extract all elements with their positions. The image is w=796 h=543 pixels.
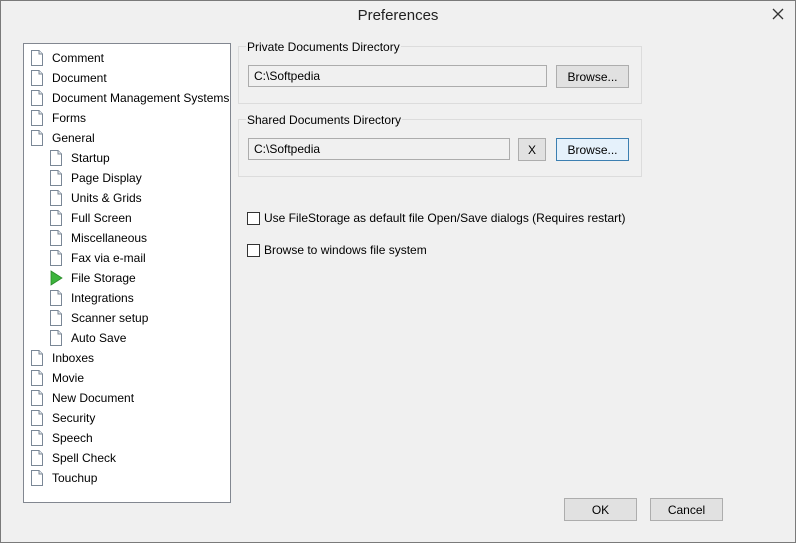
page-icon [49, 210, 63, 226]
page-icon [49, 330, 63, 346]
page-icon [49, 310, 63, 326]
shared-dir-browse-button[interactable]: Browse... [556, 138, 629, 161]
tree-item-label: Security [52, 411, 96, 425]
tree-item[interactable]: Startup [49, 148, 110, 168]
page-icon [30, 110, 44, 126]
tree-item-label: Forms [52, 111, 86, 125]
tree-item[interactable]: File Storage [49, 268, 136, 288]
tree-item[interactable]: Speech [30, 428, 93, 448]
play-arrow-icon [49, 270, 63, 286]
page-icon [49, 150, 63, 166]
tree-item-label: Full Screen [71, 211, 132, 225]
shared-dir-label: Shared Documents Directory [246, 113, 403, 127]
tree-item[interactable]: Security [30, 408, 95, 428]
preferences-window: Preferences Comment Document Document Mana… [0, 0, 796, 543]
tree-item[interactable]: Fax via e-mail [49, 248, 146, 268]
page-icon [49, 250, 63, 266]
tree-item-label: Integrations [71, 291, 134, 305]
title-bar[interactable]: Preferences [1, 1, 795, 32]
page-icon [30, 130, 44, 146]
ok-button[interactable]: OK [564, 498, 637, 521]
tree-item[interactable]: Integrations [49, 288, 134, 308]
use-filestorage-option[interactable]: Use FileStorage as default file Open/Sav… [247, 211, 626, 225]
tree-item-label: General [52, 131, 95, 145]
page-icon [30, 370, 44, 386]
tree-item-label: Miscellaneous [71, 231, 148, 245]
tree-item[interactable]: Spell Check [30, 448, 116, 468]
tree-item[interactable]: Page Display [49, 168, 142, 188]
shared-dir-field[interactable]: C:\Softpedia [248, 138, 510, 160]
tree-item[interactable]: Units & Grids [49, 188, 142, 208]
tree-item[interactable]: Miscellaneous [49, 228, 147, 248]
tree-item[interactable]: Scanner setup [49, 308, 148, 328]
tree-item[interactable]: Touchup [30, 468, 97, 488]
cancel-button[interactable]: Cancel [650, 498, 723, 521]
tree-item-label: Startup [71, 151, 110, 165]
page-icon [30, 70, 44, 86]
page-icon [49, 170, 63, 186]
page-icon [30, 410, 44, 426]
tree-item[interactable]: Document [30, 68, 107, 88]
tree-item-label: Movie [52, 371, 85, 385]
tree-item[interactable]: Comment [30, 48, 104, 68]
browse-windows-checkbox[interactable] [247, 243, 260, 257]
page-icon [30, 450, 44, 466]
private-dir-label: Private Documents Directory [246, 40, 401, 54]
browse-windows-option[interactable]: Browse to windows file system [247, 243, 427, 257]
tree-item[interactable]: Inboxes [30, 348, 94, 368]
shared-dir-clear-button[interactable]: X [518, 138, 546, 161]
page-icon [30, 90, 44, 106]
page-icon [49, 230, 63, 246]
tree-item-label: Document Management Systems [52, 91, 230, 105]
close-icon [772, 8, 784, 20]
tree-item-label: Document [52, 71, 107, 85]
browse-windows-label: Browse to windows file system [264, 243, 427, 257]
page-icon [30, 430, 44, 446]
tree-item[interactable]: General [30, 128, 95, 148]
tree-item[interactable]: Document Management Systems [30, 88, 229, 108]
page-icon [30, 350, 44, 366]
close-button[interactable] [767, 5, 789, 23]
use-filestorage-label: Use FileStorage as default file Open/Sav… [264, 211, 626, 225]
tree-item[interactable]: New Document [30, 388, 134, 408]
tree-item-label: Inboxes [52, 351, 95, 365]
category-tree[interactable]: Comment Document Document Management Syste… [23, 43, 231, 503]
tree-item-label: Fax via e-mail [71, 251, 146, 265]
tree-item-label: Page Display [71, 171, 142, 185]
tree-item-label: Spell Check [52, 451, 117, 465]
private-dir-browse-button[interactable]: Browse... [556, 65, 629, 88]
tree-item[interactable]: Movie [30, 368, 84, 388]
page-icon [49, 190, 63, 206]
tree-item[interactable]: Full Screen [49, 208, 132, 228]
tree-item-label: Auto Save [71, 331, 127, 345]
tree-item-label: Speech [52, 431, 93, 445]
tree-item-label: Units & Grids [71, 191, 142, 205]
tree-item[interactable]: Auto Save [49, 328, 126, 348]
tree-item[interactable]: Forms [30, 108, 86, 128]
page-icon [30, 50, 44, 66]
private-dir-field[interactable]: C:\Softpedia [248, 65, 547, 87]
page-icon [49, 290, 63, 306]
page-icon [30, 390, 44, 406]
tree-item-label: Touchup [52, 471, 98, 485]
use-filestorage-checkbox[interactable] [247, 211, 260, 225]
tree-item-label: Comment [52, 51, 105, 65]
page-icon [30, 470, 44, 486]
window-title: Preferences [357, 7, 439, 24]
tree-item-label: New Document [52, 391, 135, 405]
tree-item-label: File Storage [71, 271, 136, 285]
tree-item-label: Scanner setup [71, 311, 149, 325]
